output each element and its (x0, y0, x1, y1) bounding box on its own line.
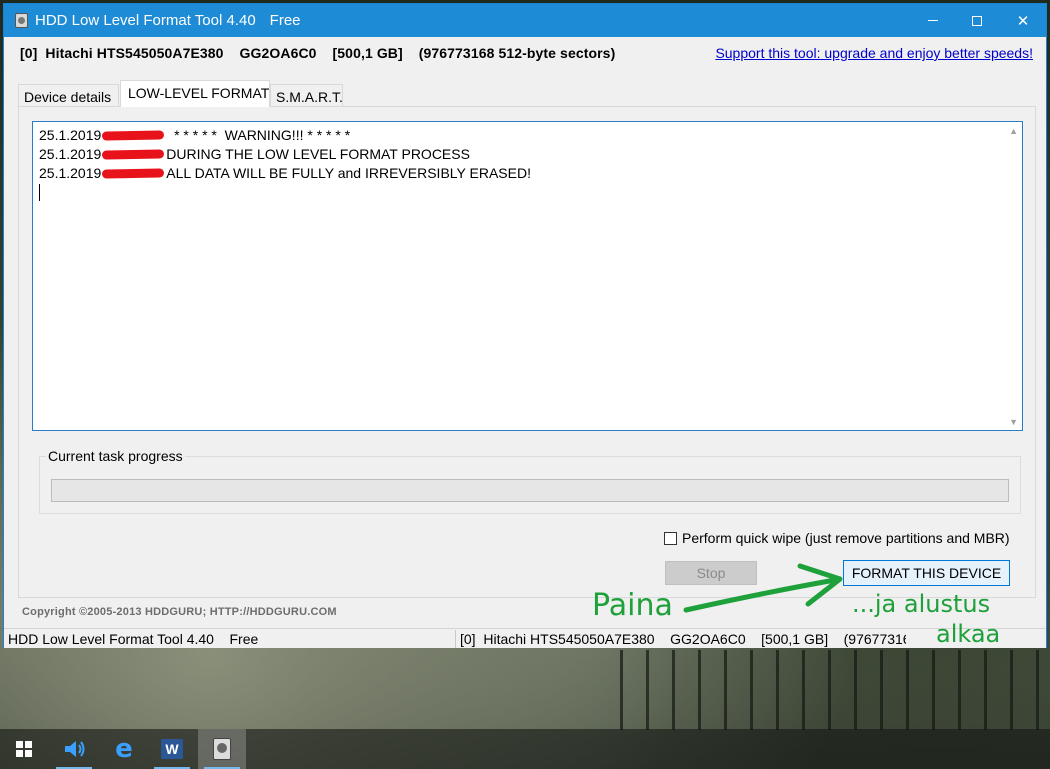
log-line-text: ALL DATA WILL BE FULLY and IRREVERSIBLY … (166, 165, 531, 181)
tab-device-details[interactable]: Device details (18, 84, 119, 107)
quick-wipe-option[interactable]: Perform quick wipe (just remove partitio… (664, 530, 1010, 546)
redacted-time-mark (102, 168, 165, 179)
tab-smart[interactable]: S.M.A.R.T. (270, 84, 343, 107)
close-button[interactable]: ✕ (1000, 4, 1046, 37)
log-line: 25.1.2019 * * * * * WARNING!!! * * * * * (39, 126, 531, 145)
close-icon: ✕ (1016, 12, 1030, 30)
annotation-ja-alustus: ...ja alustus (852, 590, 991, 618)
start-button[interactable] (0, 729, 48, 769)
minimize-button[interactable] (910, 4, 956, 37)
window-title: HDD Low Level Format Tool 4.40 Free (35, 12, 301, 29)
taskbar-word[interactable]: W (148, 729, 196, 769)
title-bar[interactable]: HDD Low Level Format Tool 4.40 Free ✕ (4, 4, 1046, 37)
log-line: 25.1.2019 ALL DATA WILL BE FULLY and IRRE… (39, 164, 531, 183)
taskbar-sound[interactable] (50, 729, 98, 769)
maximize-button[interactable] (954, 4, 1000, 37)
redacted-time-mark (102, 130, 165, 141)
window-title-text: HDD Low Level Format Tool 4.40 (35, 12, 256, 29)
text-caret (39, 184, 40, 201)
log-line-text: * * * * * WARNING!!! * * * * * (166, 127, 351, 143)
taskbar: e W (0, 729, 1050, 769)
support-upgrade-link[interactable]: Support this tool: upgrade and enjoy bet… (715, 45, 1033, 61)
hdd-format-tool-icon (213, 738, 231, 760)
speaker-icon (65, 741, 85, 757)
copyright-text: Copyright ©2005-2013 HDDGURU; HTTP://HDD… (22, 606, 337, 618)
log-lines: 25.1.2019 * * * * * WARNING!!! * * * * *… (39, 126, 531, 201)
app-window: HDD Low Level Format Tool 4.40 Free ✕ [0]… (3, 3, 1047, 648)
window-edition: Free (269, 12, 301, 29)
log-cursor-line (39, 183, 531, 201)
log-textarea[interactable]: 25.1.2019 * * * * * WARNING!!! * * * * *… (32, 121, 1023, 431)
minimize-icon (928, 20, 938, 21)
log-line-text: DURING THE LOW LEVEL FORMAT PROCESS (166, 146, 470, 162)
scroll-up-arrow-icon[interactable]: ▲ (1009, 126, 1018, 136)
progress-label: Current task progress (46, 448, 185, 464)
status-bar: HDD Low Level Format Tool 4.40 Free [0] … (4, 628, 1046, 648)
log-line-date: 25.1.2019 (39, 146, 102, 162)
status-divider (455, 630, 456, 648)
device-header: [0] Hitachi HTS545050A7E380 GG2OA6C0 [50… (20, 45, 616, 61)
word-app-icon: W (161, 739, 183, 759)
edge-browser-icon: e (115, 734, 133, 764)
taskbar-edge[interactable]: e (100, 729, 148, 769)
scroll-down-arrow-icon[interactable]: ▼ (1009, 417, 1018, 427)
desktop-trees-decor (620, 650, 1050, 730)
log-line-date: 25.1.2019 (39, 127, 102, 143)
tab-low-level-format[interactable]: LOW-LEVEL FORMAT (120, 80, 270, 107)
progress-groupbox: Current task progress (39, 448, 1021, 514)
format-device-button[interactable]: FORMAT THIS DEVICE (843, 560, 1010, 586)
windows-start-icon (16, 741, 32, 757)
hdd-app-icon (15, 13, 28, 28)
redacted-time-mark (102, 149, 165, 160)
status-app-name: HDD Low Level Format Tool 4.40 Free (8, 631, 259, 647)
log-line-date: 25.1.2019 (39, 165, 102, 181)
quick-wipe-label: Perform quick wipe (just remove partitio… (682, 530, 1010, 546)
annotation-paina: Paina (592, 588, 673, 623)
log-line: 25.1.2019 DURING THE LOW LEVEL FORMAT PRO… (39, 145, 531, 164)
annotation-alkaa: alkaa (936, 620, 1001, 648)
low-level-format-panel: 25.1.2019 * * * * * WARNING!!! * * * * *… (18, 106, 1036, 598)
quick-wipe-checkbox[interactable] (664, 531, 677, 545)
maximize-icon (972, 15, 982, 26)
taskbar-hdd-tool[interactable] (198, 729, 246, 769)
stop-button[interactable]: Stop (665, 561, 757, 585)
progress-bar (51, 479, 1009, 502)
status-device-info: [0] Hitachi HTS545050A7E380 GG2OA6C0 [50… (460, 631, 906, 647)
